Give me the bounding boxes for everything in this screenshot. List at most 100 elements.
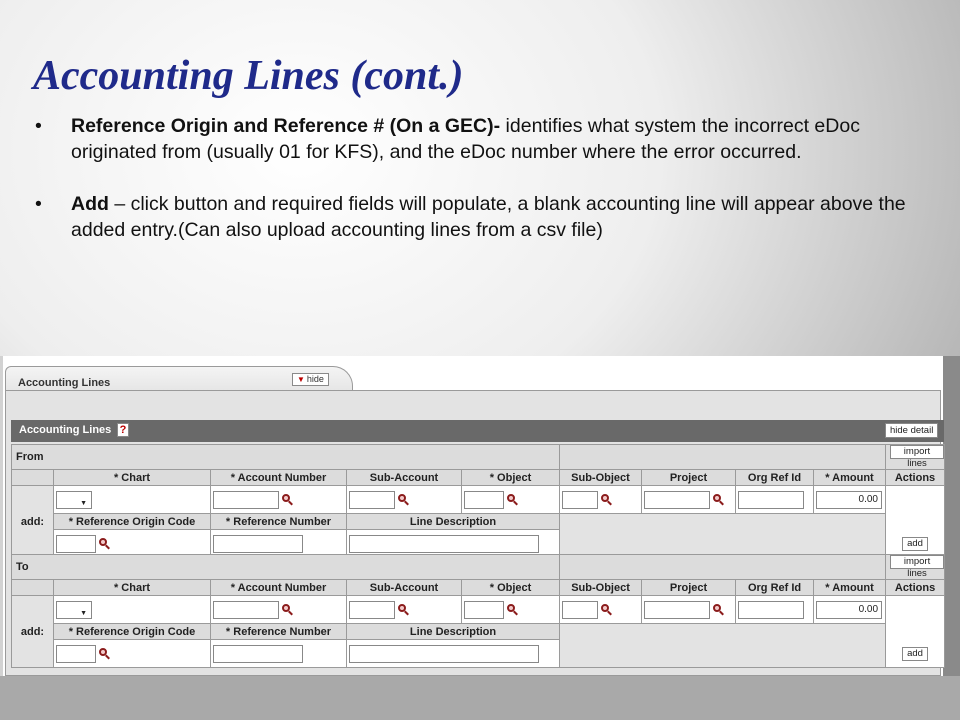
bullet-item: • Reference Origin and Reference # (On a… (33, 113, 938, 165)
bullet-item: • Add – click button and required fields… (33, 191, 938, 243)
header-row-top: * Chart * Account Number Sub-Account * O… (11, 579, 946, 596)
object-input[interactable] (464, 490, 504, 509)
col-sub-account: Sub-Account (346, 579, 462, 596)
col-reference-origin-code: * Reference Origin Code (53, 513, 211, 530)
col-reference-number: * Reference Number (210, 513, 347, 530)
magnifier-icon[interactable] (600, 603, 613, 616)
col-project: Project (641, 469, 736, 486)
col-sub-account: Sub-Account (346, 469, 462, 486)
reference-origin-code-input[interactable] (56, 644, 96, 663)
import-lines-button[interactable]: import lines (890, 555, 945, 579)
accounting-lines-ui: Accounting Lines ▼ hide Accounting Lines … (3, 356, 946, 676)
hide-detail-button[interactable]: hide detail (885, 423, 939, 438)
project-input[interactable] (644, 600, 711, 619)
panel-footer (0, 676, 960, 720)
org-ref-id-input[interactable] (738, 490, 804, 509)
section-title: Accounting Lines (19, 424, 112, 436)
magnifier-icon[interactable] (397, 603, 409, 616)
add-button[interactable]: add (902, 537, 928, 551)
magnifier-icon[interactable] (506, 493, 518, 506)
object-input[interactable] (464, 600, 504, 619)
bullet-list: • Reference Origin and Reference # (On a… (33, 113, 938, 269)
accounting-lines-table-from: From import lines * Chart * Account Numb… (11, 444, 945, 558)
reference-origin-code-input[interactable] (56, 534, 96, 553)
help-icon[interactable]: ? (117, 423, 129, 437)
group-row-from: From import lines (11, 444, 945, 470)
group-label: From (11, 444, 560, 470)
tab-bar: Accounting Lines ▼ hide (3, 356, 943, 396)
input-row-top: add: ▼ 0.00 add (11, 485, 945, 558)
screenshot-panel: Accounting Lines ▼ hide Accounting Lines … (0, 356, 960, 720)
col-sub-object: Sub-Object (559, 579, 643, 596)
bullet-bold-text: Reference Origin and Reference # (On a G… (71, 115, 501, 137)
tab-label: Accounting Lines (18, 377, 111, 389)
col-line-description: Line Description (346, 513, 560, 530)
col-sub-object: Sub-Object (559, 469, 642, 486)
col-project: Project (641, 579, 737, 596)
bullet-text: Add – click button and required fields w… (71, 191, 938, 243)
col-amount: * Amount (813, 579, 887, 596)
sub-account-input[interactable] (349, 600, 395, 619)
line-description-input[interactable] (349, 534, 539, 553)
chevron-down-icon: ▼ (80, 499, 87, 507)
magnifier-icon[interactable] (98, 647, 110, 660)
panel-edge (943, 356, 960, 676)
col-account-number: * Account Number (210, 469, 347, 486)
org-ref-id-input[interactable] (738, 600, 805, 619)
col-reference-origin-code: * Reference Origin Code (53, 623, 211, 640)
col-line-description: Line Description (345, 623, 561, 640)
magnifier-icon[interactable] (281, 603, 293, 616)
magnifier-icon[interactable] (712, 603, 725, 616)
chart-select[interactable]: ▼ (56, 600, 92, 619)
bullet-marker: • (35, 115, 42, 137)
bullet-bold-text: Add (71, 193, 109, 215)
col-chart: * Chart (53, 469, 211, 486)
import-lines-button[interactable]: import lines (890, 445, 944, 469)
group-label: To (10, 554, 561, 580)
header-row-bottom: * Reference Origin Code * Reference Numb… (12, 513, 945, 558)
amount-input[interactable]: 0.00 (816, 490, 882, 509)
col-account-number: * Account Number (210, 579, 347, 596)
magnifier-icon[interactable] (600, 493, 612, 506)
magnifier-icon[interactable] (712, 493, 724, 506)
sub-account-input[interactable] (349, 490, 395, 509)
reference-number-input[interactable] (213, 644, 303, 663)
chevron-down-icon: ▼ (80, 609, 87, 617)
group-row-to: To import lines (10, 554, 946, 580)
bullet-text: Reference Origin and Reference # (On a G… (71, 113, 938, 165)
col-object: * Object (460, 579, 561, 596)
account-number-input[interactable] (213, 490, 279, 509)
col-amount: * Amount (813, 469, 886, 486)
amount-input[interactable]: 0.00 (816, 600, 883, 619)
section-header: Accounting Lines ? hide detail (11, 420, 944, 442)
header-row-top: * Chart * Account Number Sub-Account * O… (11, 469, 945, 486)
magnifier-icon[interactable] (506, 603, 518, 616)
add-row-label: add: (11, 595, 54, 668)
col-reference-number: * Reference Number (210, 623, 347, 640)
header-row-bottom: * Reference Origin Code * Reference Numb… (12, 623, 945, 668)
accounting-lines-table-to: To import lines * Chart * Account Number… (10, 554, 946, 668)
bullet-marker: • (35, 193, 42, 215)
col-chart: * Chart (53, 579, 211, 596)
magnifier-icon[interactable] (281, 493, 293, 506)
hide-button[interactable]: ▼ hide (292, 373, 329, 386)
account-number-input[interactable] (213, 600, 279, 619)
magnifier-icon[interactable] (397, 493, 409, 506)
triangle-down-icon: ▼ (297, 375, 305, 384)
reference-number-input[interactable] (213, 534, 303, 553)
col-org-ref-id: Org Ref Id (735, 579, 815, 596)
sub-object-input[interactable] (562, 490, 598, 509)
col-actions: Actions (885, 579, 946, 596)
sub-object-input[interactable] (562, 600, 599, 619)
col-actions: Actions (885, 469, 945, 486)
col-object: * Object (461, 469, 560, 486)
hide-button-label: hide (306, 374, 324, 384)
add-button[interactable]: add (902, 647, 928, 661)
magnifier-icon[interactable] (98, 537, 110, 550)
line-description-input[interactable] (349, 644, 539, 663)
add-row-label: add: (11, 485, 54, 558)
slide-title: Accounting Lines (cont.) (33, 53, 464, 99)
project-input[interactable] (644, 490, 710, 509)
input-row-top: add: ▼ 0.00 add (11, 595, 946, 668)
chart-select[interactable]: ▼ (56, 490, 92, 509)
